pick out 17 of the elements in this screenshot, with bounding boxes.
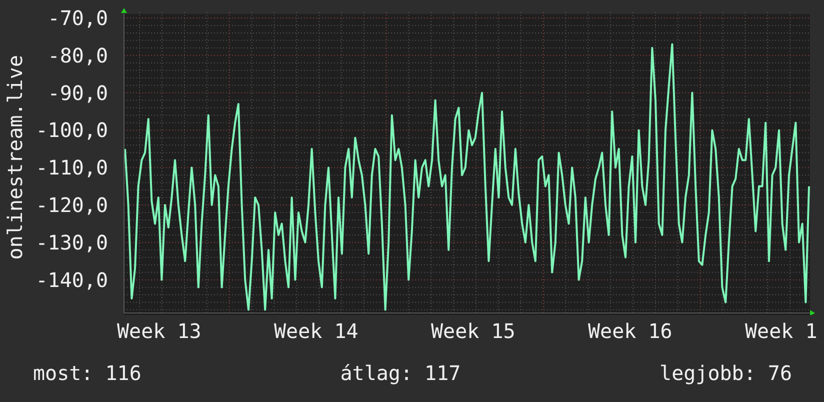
axis-tick-label: -100,0 [36,118,108,142]
axis-tick-label: -90,0 [48,80,108,105]
axis-tick-label: Week 16 [588,319,672,343]
axis-tick-label: -110,0 [36,156,108,180]
stat-text: most: 116 [33,361,142,385]
stat-text: átlag: 117 [340,361,461,385]
stat-text: legjobb: 76 [660,361,792,385]
axis-tick-label: -130,0 [36,230,108,254]
axis-tick-label: -140,0 [36,268,108,292]
axis-title: onlinestream.live [4,55,26,260]
axis-tick-label: Week 14 [274,319,358,343]
axis-tick-label: Week 1 [745,319,818,343]
axis-tick-label: Week 15 [431,319,516,343]
axis-tick-label: -80,0 [48,43,108,68]
axis-tick-label: Week 13 [117,319,202,343]
axis-tick-label: -70,0 [48,6,108,30]
axis-tick-label: -120,0 [36,193,108,218]
